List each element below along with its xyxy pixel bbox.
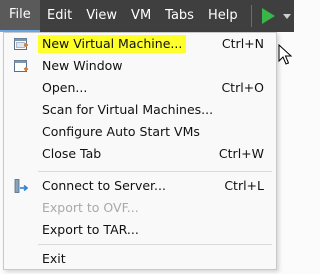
menu-item-connect-to-server[interactable]: Connect to Server... Ctrl+L xyxy=(4,175,276,197)
menu-item-open[interactable]: Open... Ctrl+O xyxy=(4,77,276,99)
menu-item-new-window[interactable]: New Window xyxy=(4,55,276,77)
menu-separator xyxy=(38,244,272,245)
menu-tabs[interactable]: Tabs xyxy=(158,0,201,32)
menu-item-label: Connect to Server... xyxy=(42,178,166,193)
menu-item-new-virtual-machine[interactable]: New Virtual Machine... Ctrl+N xyxy=(4,33,276,55)
menu-item-label: Export to OVF... xyxy=(42,200,139,215)
menu-item-close-tab[interactable]: Close Tab Ctrl+W xyxy=(4,143,276,165)
menu-item-label: Scan for Virtual Machines... xyxy=(42,102,214,117)
menu-separator xyxy=(38,171,272,172)
menu-bar: File Edit View VM Tabs Help xyxy=(0,0,294,32)
menu-help[interactable]: Help xyxy=(201,0,245,32)
play-icon xyxy=(261,8,275,24)
shortcut-text: Ctrl+W xyxy=(218,146,264,161)
menu-item-label: Close Tab xyxy=(42,146,102,161)
menubar-separator xyxy=(250,5,252,27)
menu-item-label: Open... xyxy=(42,80,88,95)
menu-item-label: New Window xyxy=(42,58,123,73)
menu-file[interactable]: File xyxy=(0,0,40,32)
menu-item-export-to-ovf: Export to OVF... xyxy=(4,197,276,219)
chevron-down-icon[interactable] xyxy=(282,13,291,19)
menu-item-scan-for-virtual-machines[interactable]: Scan for Virtual Machines... xyxy=(4,99,276,121)
shortcut-text: Ctrl+O xyxy=(221,80,264,95)
mouse-pointer-icon xyxy=(278,44,293,65)
menu-item-export-to-tar[interactable]: Export to TAR... xyxy=(4,219,276,241)
menu-item-label: Exit xyxy=(42,251,66,266)
menu-item-configure-auto-start[interactable]: Configure Auto Start VMs xyxy=(4,121,276,143)
menu-item-label: New Virtual Machine... xyxy=(38,35,187,53)
shortcut-text: Ctrl+L xyxy=(224,178,264,193)
new-window-icon xyxy=(13,58,29,74)
connect-server-icon xyxy=(13,178,29,194)
power-on-button[interactable] xyxy=(261,8,291,24)
menu-view[interactable]: View xyxy=(79,0,124,32)
menu-edit[interactable]: Edit xyxy=(40,0,79,32)
shortcut-text: Ctrl+N xyxy=(221,36,264,51)
menu-item-exit[interactable]: Exit xyxy=(4,248,276,270)
new-vm-icon xyxy=(13,36,29,52)
menu-vm[interactable]: VM xyxy=(124,0,158,32)
menu-item-label: Configure Auto Start VMs xyxy=(42,124,200,139)
file-menu: New Virtual Machine... Ctrl+N New Window… xyxy=(3,32,277,270)
menu-item-label: Export to TAR... xyxy=(42,222,139,237)
